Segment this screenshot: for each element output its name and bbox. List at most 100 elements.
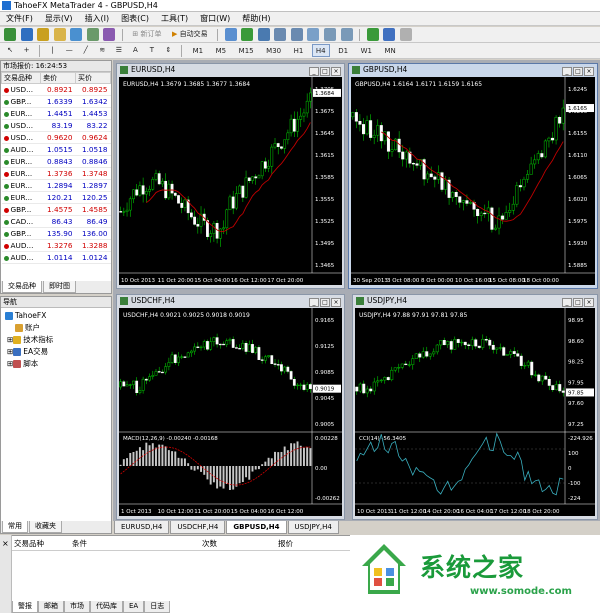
periods-icon[interactable]: [383, 28, 396, 41]
tile-windows-icon[interactable]: [307, 28, 320, 41]
minimize-icon[interactable]: _: [562, 67, 572, 76]
timeframe-w1[interactable]: W1: [357, 44, 376, 57]
table-row[interactable]: CAD... 86.43 86.49: [1, 215, 111, 228]
label-icon[interactable]: T: [146, 44, 158, 57]
close-icon[interactable]: ×: [331, 67, 341, 76]
table-row[interactable]: GBP... 135.90 136.00: [1, 227, 111, 240]
col-count[interactable]: 次数: [202, 538, 217, 549]
templates-icon[interactable]: [399, 28, 412, 41]
line-chart-icon[interactable]: [257, 28, 270, 41]
chart-window-eurusd[interactable]: EURUSD,H4 _ □ × EURUSD,H4 1.3679 1.3685 1.…: [116, 63, 345, 289]
maximize-icon[interactable]: □: [320, 298, 330, 307]
menu-help[interactable]: 帮助(H): [236, 12, 276, 26]
table-row[interactable]: USD... 83.19 83.22: [1, 119, 111, 132]
minimize-icon[interactable]: _: [562, 298, 572, 307]
chart-window-usdchf[interactable]: USDCHF,H4 _ □ × USDCHF,H4 0.9021 0.9025 0.…: [116, 294, 345, 520]
new-order-button[interactable]: ⊞ 新订单: [129, 28, 164, 41]
table-row[interactable]: USD... 0.8921 0.8925: [1, 83, 111, 96]
tab-alerts[interactable]: 警报: [12, 601, 38, 613]
table-row[interactable]: EUR... 1.2894 1.2897: [1, 179, 111, 192]
market-watch-icon[interactable]: [53, 28, 66, 41]
vertical-line-icon[interactable]: |: [47, 44, 59, 57]
close-icon[interactable]: ×: [584, 298, 594, 307]
open-folder-icon[interactable]: [37, 28, 50, 41]
chart-canvas[interactable]: EURUSD,H4 1.3679 1.3685 1.3677 1.3684 1.3…: [119, 77, 342, 285]
trendline-icon[interactable]: ╱: [80, 44, 92, 57]
horizontal-line-icon[interactable]: —: [63, 44, 75, 57]
timeframe-h4[interactable]: H4: [311, 44, 330, 57]
indicators-icon[interactable]: [366, 28, 379, 41]
menu-charts[interactable]: 图表(C): [115, 12, 155, 26]
chart-tab-usdchf[interactable]: USDCHF,H4: [170, 521, 226, 534]
col-symbol[interactable]: 交易品种: [14, 538, 44, 549]
tab-tick-chart[interactable]: 即时图: [43, 281, 76, 293]
arrows-icon[interactable]: ⇕: [162, 44, 174, 57]
auto-trade-button[interactable]: ▶ 自动交易: [169, 28, 211, 41]
table-row[interactable]: GBP... 1.4575 1.4585: [1, 203, 111, 216]
close-icon[interactable]: ×: [331, 298, 341, 307]
table-row[interactable]: AUD... 1.3276 1.3288: [1, 239, 111, 252]
nav-item-accounts[interactable]: 账户: [5, 322, 111, 334]
bar-chart-icon[interactable]: [224, 28, 237, 41]
cursor-icon[interactable]: ↖: [4, 44, 16, 57]
table-row[interactable]: EUR... 1.4451 1.4453: [1, 107, 111, 120]
timeframe-m1[interactable]: M1: [189, 44, 208, 57]
channel-icon[interactable]: ≋: [96, 44, 108, 57]
col-bid[interactable]: 卖价: [40, 72, 77, 84]
table-row[interactable]: EUR... 0.8843 0.8846: [1, 155, 111, 168]
table-row[interactable]: AUD... 1.0515 1.0518: [1, 143, 111, 156]
maximize-icon[interactable]: □: [573, 67, 583, 76]
autoscroll-icon[interactable]: [324, 28, 337, 41]
tab-mailbox[interactable]: 邮箱: [38, 601, 64, 613]
chart-tab-usdjpy[interactable]: USDJPY,H4: [287, 521, 339, 534]
table-row[interactable]: GBP... 1.6339 1.6342: [1, 95, 111, 108]
nav-item-indicators[interactable]: ⊞ 技术指标: [5, 334, 111, 346]
table-row[interactable]: AUD... 1.0114 1.0124: [1, 251, 111, 264]
chart-shift-icon[interactable]: [340, 28, 353, 41]
menu-file[interactable]: 文件(F): [0, 12, 39, 26]
minimize-icon[interactable]: _: [309, 67, 319, 76]
menu-view[interactable]: 显示(V): [39, 12, 79, 26]
chart-window-usdjpy[interactable]: USDJPY,H4 _ □ × USDJPY,H4 97.88 97.91 97.8…: [352, 294, 598, 520]
menu-insert[interactable]: 插入(I): [79, 12, 116, 26]
timeframe-h1[interactable]: H1: [290, 44, 308, 57]
zoom-out-icon[interactable]: [290, 28, 303, 41]
tab-journal[interactable]: 日志: [144, 601, 171, 613]
terminal-icon[interactable]: [86, 28, 99, 41]
chart-tab-gbpusd[interactable]: GBPUSD,H4: [226, 521, 287, 534]
col-price[interactable]: 报价: [278, 538, 293, 549]
nav-item-experts[interactable]: ⊞ EA交易: [5, 346, 111, 358]
tab-symbols[interactable]: 交易品种: [2, 281, 42, 293]
close-icon[interactable]: ×: [584, 67, 594, 76]
chart-canvas[interactable]: GBPUSD,H4 1.6164 1.6171 1.6159 1.6165 1.6…: [351, 77, 595, 285]
table-row[interactable]: EUR... 120.21 120.25: [1, 191, 111, 204]
navigator-icon[interactable]: [70, 28, 83, 41]
table-row[interactable]: EUR... 1.3736 1.3748: [1, 167, 111, 180]
strategy-tester-icon[interactable]: [103, 28, 116, 41]
tab-code-base[interactable]: 代码库: [90, 601, 123, 613]
chart-canvas[interactable]: USDCHF,H4 0.9021 0.9025 0.9018 0.9019 0.9…: [119, 308, 342, 516]
tab-experts[interactable]: EA: [123, 601, 145, 613]
col-symbol[interactable]: 交易品种: [0, 72, 42, 84]
maximize-icon[interactable]: □: [573, 298, 583, 307]
fibonacci-icon[interactable]: ☰: [113, 44, 125, 57]
timeframe-mn[interactable]: MN: [381, 44, 400, 57]
col-ask[interactable]: 买价: [75, 72, 111, 84]
tab-favorites[interactable]: 收藏夹: [29, 521, 62, 533]
table-row[interactable]: USD... 0.9620 0.9624: [1, 131, 111, 144]
menu-tools[interactable]: 工具(T): [155, 12, 194, 26]
timeframe-d1[interactable]: D1: [334, 44, 352, 57]
timeframe-m15[interactable]: M15: [235, 44, 258, 57]
candlestick-icon[interactable]: [241, 28, 254, 41]
chart-canvas[interactable]: USDJPY,H4 97.88 97.91 97.81 97.85 98.95 98…: [355, 308, 595, 516]
new-chart-icon[interactable]: [4, 28, 16, 41]
chart-tab-eurusd[interactable]: EURUSD,H4: [114, 521, 170, 534]
tab-market[interactable]: 市场: [64, 601, 90, 613]
col-condition[interactable]: 条件: [72, 538, 87, 549]
tab-common[interactable]: 常用: [2, 521, 28, 533]
maximize-icon[interactable]: □: [320, 67, 330, 76]
chart-window-gbpusd[interactable]: GBPUSD,H4 _ □ × GBPUSD,H4 1.6164 1.6171 1.…: [348, 63, 598, 289]
timeframe-m5[interactable]: M5: [212, 44, 231, 57]
zoom-in-icon[interactable]: [274, 28, 287, 41]
crosshair-icon[interactable]: +: [21, 44, 33, 57]
